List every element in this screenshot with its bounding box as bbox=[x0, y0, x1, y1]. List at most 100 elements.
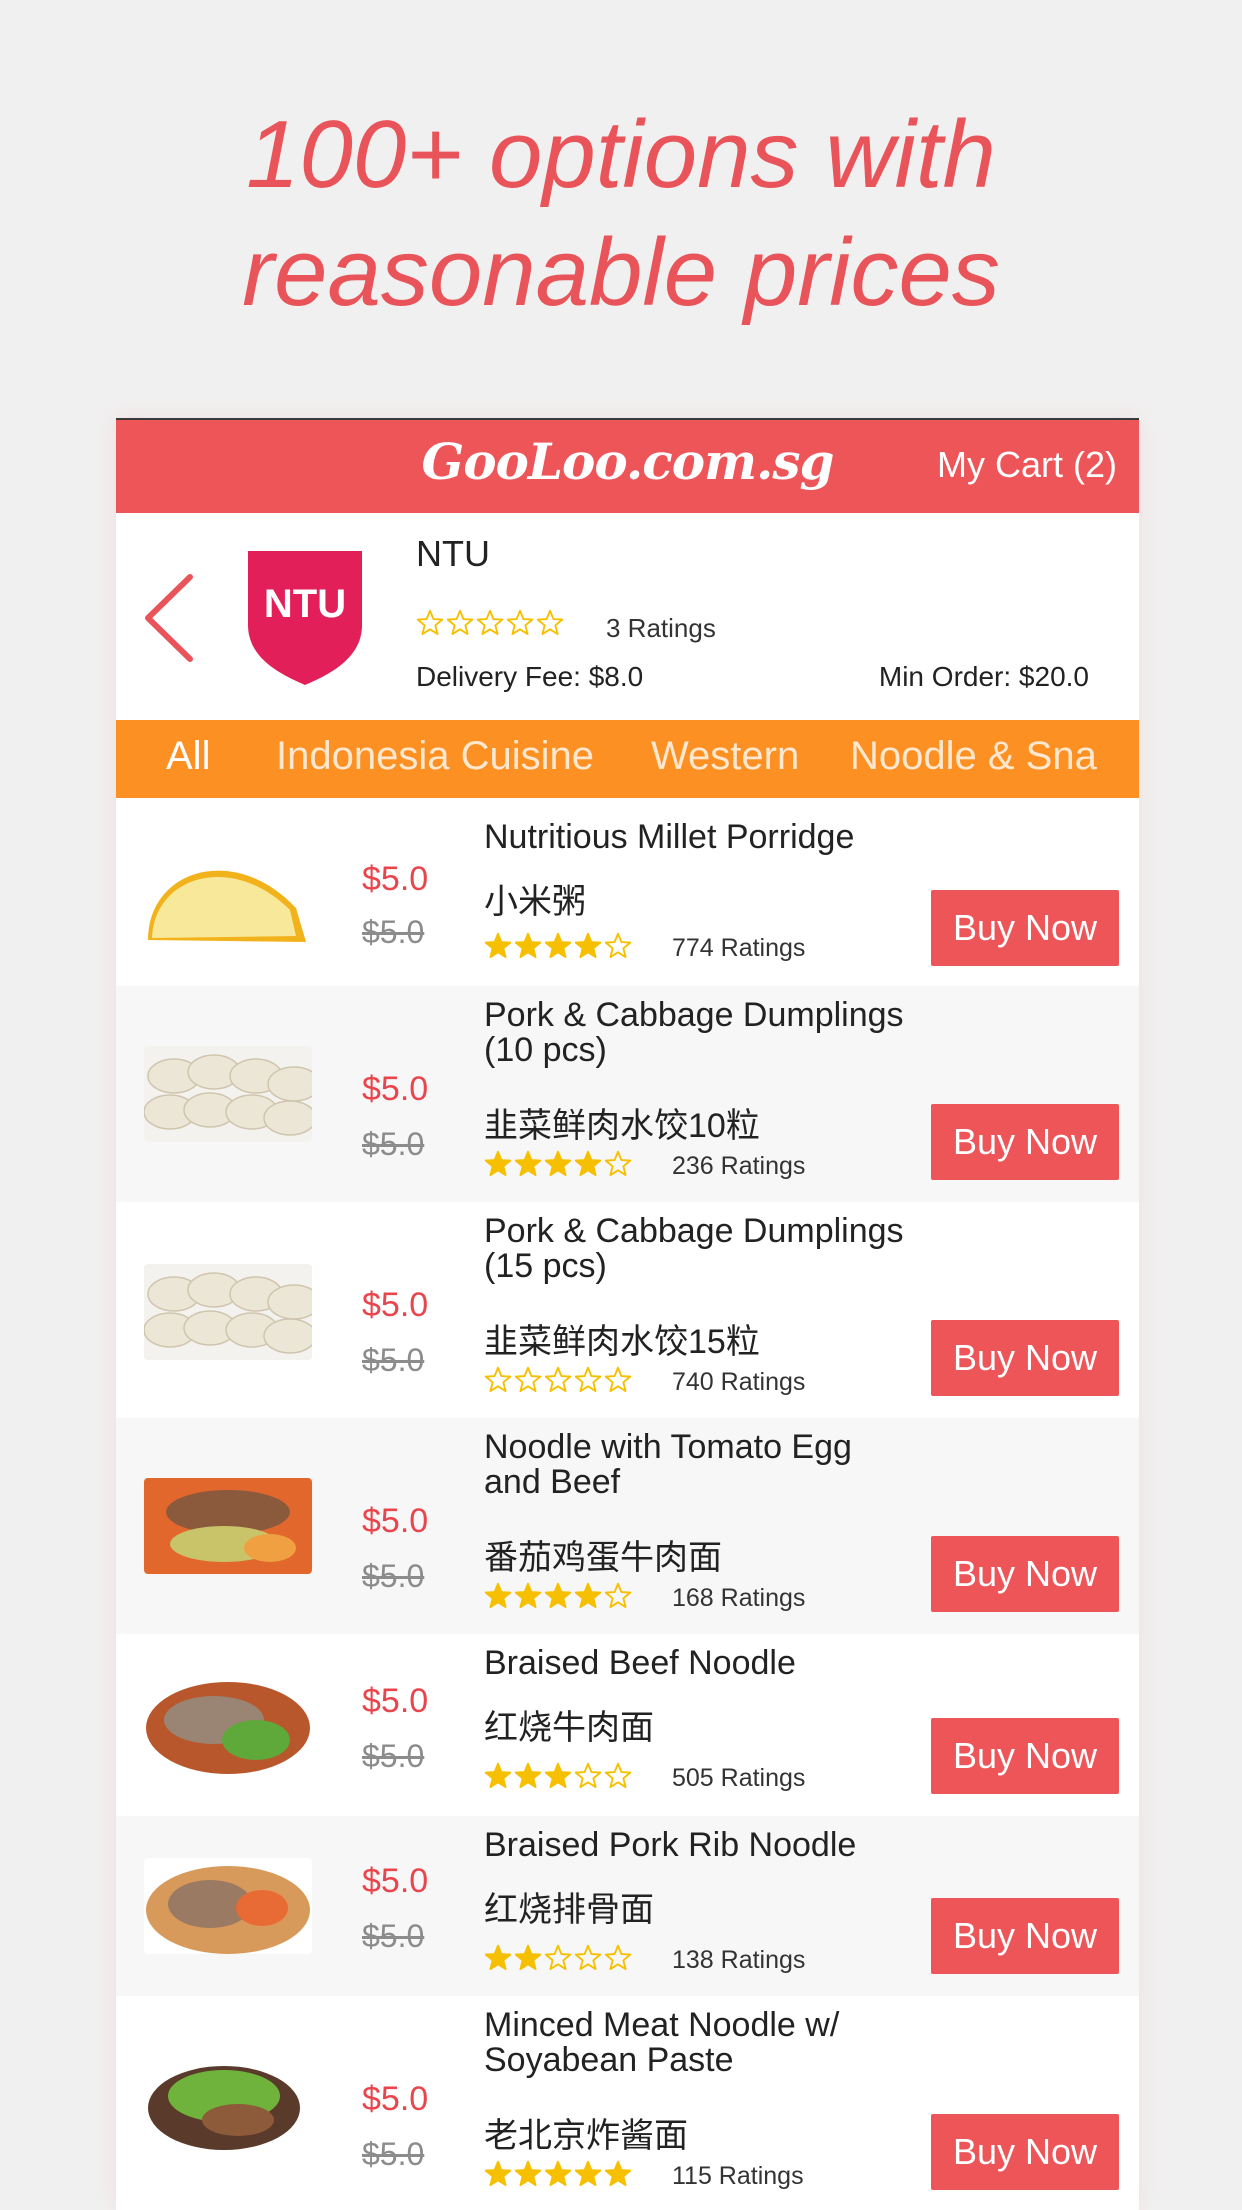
menu-item-name: Nutritious Millet Porridge bbox=[484, 818, 855, 856]
menu-item-rating-stars bbox=[484, 1944, 634, 1978]
menu-item-name: Noodle with Tomato Egg and Beef bbox=[484, 1428, 852, 1501]
tomato-noodle-image bbox=[144, 1478, 312, 1574]
menu-item-old-price: $5.0 bbox=[362, 1342, 425, 1378]
menu-item-price: $5.0 bbox=[362, 1502, 429, 1540]
menu-item-thumbnail[interactable] bbox=[144, 1478, 312, 1574]
store-badge-text: NTU bbox=[264, 582, 346, 626]
tab-all[interactable]: All bbox=[166, 734, 210, 779]
menu-item-row[interactable]: $5.0 $5.0 Nutritious Millet Porridge 小米粥 774… bbox=[116, 798, 1139, 986]
star-empty-icon bbox=[604, 1582, 632, 1609]
menu-item-rating-stars bbox=[484, 932, 634, 966]
headline-line-2: reasonable prices bbox=[242, 219, 1000, 326]
star-filled-icon bbox=[484, 1150, 512, 1177]
star-empty-icon bbox=[604, 1944, 632, 1971]
menu-item-old-price: $5.0 bbox=[362, 1558, 425, 1594]
menu-item-row[interactable]: $5.0 $5.0 Pork & Cabbage Dumplings (15 pcs… bbox=[116, 1202, 1139, 1418]
buy-now-button[interactable]: Buy Now bbox=[931, 2114, 1119, 2190]
buy-now-button[interactable]: Buy Now bbox=[931, 1718, 1119, 1794]
star-filled-icon bbox=[544, 1762, 572, 1789]
star-empty-icon bbox=[604, 1366, 632, 1393]
star-filled-icon bbox=[544, 932, 572, 959]
store-name: NTU bbox=[416, 533, 490, 574]
headline: 100+ options with reasonable prices bbox=[0, 96, 1242, 332]
menu-item-chinese-name: 小米粥 bbox=[484, 883, 586, 921]
buy-now-button[interactable]: Buy Now bbox=[931, 1536, 1119, 1612]
menu-item-chinese-name: 韭菜鲜肉水饺10粒 bbox=[484, 1107, 760, 1145]
tab-western[interactable]: Western bbox=[651, 734, 799, 779]
store-header: NTU NTU 3 Ratings Delivery Fee: $8.0 Min… bbox=[116, 513, 1139, 720]
menu-item-old-price: $5.0 bbox=[362, 2136, 425, 2172]
buy-now-button[interactable]: Buy Now bbox=[931, 1898, 1119, 1974]
top-bar: GooLoo.com.sg My Cart (2) bbox=[116, 420, 1139, 513]
menu-item-row[interactable]: $5.0 $5.0 Pork & Cabbage Dumplings (10 pcs… bbox=[116, 986, 1139, 1202]
delivery-fee: Delivery Fee: $8.0 bbox=[416, 661, 644, 692]
star-empty-icon bbox=[544, 1944, 572, 1971]
star-empty-icon bbox=[574, 1762, 602, 1789]
star-filled-icon bbox=[544, 1150, 572, 1177]
menu-item-price: $5.0 bbox=[362, 2080, 429, 2118]
menu-item-chinese-name: 红烧牛肉面 bbox=[484, 1709, 654, 1747]
menu-item-ratings-count: 740 Ratings bbox=[672, 1368, 806, 1396]
menu-item-thumbnail[interactable] bbox=[144, 1678, 312, 1774]
menu-item-price: $5.0 bbox=[362, 1286, 429, 1324]
star-empty-icon bbox=[604, 932, 632, 959]
menu-item-rating-stars bbox=[484, 1150, 634, 1184]
star-empty-icon bbox=[416, 609, 444, 636]
dumplings-image bbox=[144, 1264, 312, 1360]
star-empty-icon bbox=[514, 1366, 542, 1393]
menu-item-ratings-count: 168 Ratings bbox=[672, 1584, 806, 1612]
star-filled-icon bbox=[514, 2160, 542, 2187]
menu-item-rating-stars bbox=[484, 1582, 634, 1616]
menu-item-thumbnail[interactable] bbox=[144, 1858, 312, 1954]
menu-item-rating-stars bbox=[484, 2160, 634, 2194]
menu-item-chinese-name: 老北京炸酱面 bbox=[484, 2117, 688, 2155]
store-rating-stars bbox=[416, 609, 566, 642]
menu-item-ratings-count: 774 Ratings bbox=[672, 934, 806, 962]
menu-item-price: $5.0 bbox=[362, 860, 429, 898]
menu-item-thumbnail[interactable] bbox=[144, 850, 312, 946]
menu-item-old-price: $5.0 bbox=[362, 914, 425, 950]
chevron-left-icon[interactable] bbox=[140, 573, 196, 663]
menu-item-chinese-name: 红烧排骨面 bbox=[484, 1891, 654, 1929]
star-empty-icon bbox=[604, 1762, 632, 1789]
pork-rib-noodle-image bbox=[144, 1858, 312, 1954]
store-ratings-count: 3 Ratings bbox=[606, 613, 716, 643]
menu-item-name: Braised Beef Noodle bbox=[484, 1644, 796, 1682]
star-empty-icon bbox=[506, 609, 534, 636]
buy-now-button[interactable]: Buy Now bbox=[931, 1104, 1119, 1180]
star-filled-icon bbox=[514, 1762, 542, 1789]
menu-item-old-price: $5.0 bbox=[362, 1738, 425, 1774]
tab-noodle-snack[interactable]: Noodle & Sna bbox=[850, 734, 1097, 779]
menu-item-thumbnail[interactable] bbox=[144, 1046, 312, 1142]
star-filled-icon bbox=[514, 932, 542, 959]
star-empty-icon bbox=[476, 609, 504, 636]
star-filled-icon bbox=[484, 932, 512, 959]
menu-item-thumbnail[interactable] bbox=[144, 1264, 312, 1360]
menu-item-ratings-count: 138 Ratings bbox=[672, 1946, 806, 1974]
buy-now-button[interactable]: Buy Now bbox=[931, 890, 1119, 966]
porridge-image bbox=[144, 850, 312, 946]
store-logo-shield-icon: NTU bbox=[248, 551, 362, 685]
menu-item-ratings-count: 236 Ratings bbox=[672, 1152, 806, 1180]
menu-item-old-price: $5.0 bbox=[362, 1918, 425, 1954]
menu-item-row[interactable]: $5.0 $5.0 Braised Pork Rib Noodle 红烧排骨面 138 … bbox=[116, 1816, 1139, 1996]
star-empty-icon bbox=[536, 609, 564, 636]
menu-item-row[interactable]: $5.0 $5.0 Noodle with Tomato Egg and Beef 番… bbox=[116, 1418, 1139, 1634]
star-filled-icon bbox=[574, 932, 602, 959]
tab-indonesia-cuisine[interactable]: Indonesia Cuisine bbox=[276, 734, 594, 779]
menu-item-name: Pork & Cabbage Dumplings (15 pcs) bbox=[484, 1212, 904, 1285]
star-filled-icon bbox=[484, 2160, 512, 2187]
menu-item-chinese-name: 韭菜鲜肉水饺15粒 bbox=[484, 1323, 760, 1361]
menu-item-price: $5.0 bbox=[362, 1070, 429, 1108]
buy-now-button[interactable]: Buy Now bbox=[931, 1320, 1119, 1396]
menu-item-name: Braised Pork Rib Noodle bbox=[484, 1826, 857, 1864]
star-empty-icon bbox=[574, 1944, 602, 1971]
star-empty-icon bbox=[446, 609, 474, 636]
menu-item-row[interactable]: $5.0 $5.0 Minced Meat Noodle w/ Soyabean P… bbox=[116, 1996, 1139, 2210]
category-tabs: All Indonesia Cuisine Western Noodle & S… bbox=[116, 720, 1139, 798]
menu-item-row[interactable]: $5.0 $5.0 Braised Beef Noodle 红烧牛肉面 505 Rati… bbox=[116, 1634, 1139, 1816]
menu-item-ratings-count: 115 Ratings bbox=[672, 2162, 804, 2190]
menu-item-thumbnail[interactable] bbox=[144, 2056, 312, 2152]
my-cart-link[interactable]: My Cart (2) bbox=[937, 444, 1117, 486]
dumplings-image bbox=[144, 1046, 312, 1142]
